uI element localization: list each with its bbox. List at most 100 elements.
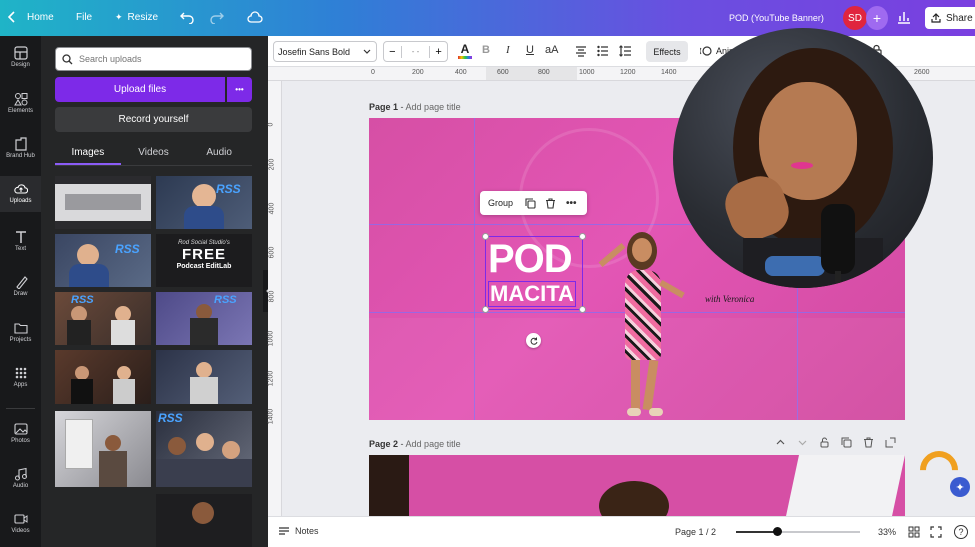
file-menu[interactable]: File <box>76 12 92 23</box>
rail-item-uploads[interactable]: Uploads <box>0 176 41 212</box>
with-veronica-text[interactable]: with Veronica <box>705 294 754 304</box>
upload-thumbnail[interactable] <box>156 350 252 404</box>
add-collaborator-button[interactable]: + <box>866 6 888 30</box>
rail-item-videos[interactable]: Videos <box>0 512 41 542</box>
help-button[interactable]: ? <box>954 525 968 539</box>
share-button[interactable]: Share <box>925 7 975 29</box>
page-2-title-placeholder: Add page title <box>405 439 461 449</box>
rail-item-projects[interactable]: Projects <box>0 321 41 351</box>
page-indicator[interactable]: Page 1 / 2 <box>675 527 716 537</box>
bar-chart-icon <box>898 12 910 24</box>
file-label: File <box>76 12 93 23</box>
upload-thumbnail[interactable]: RSS <box>55 234 151 287</box>
zoom-value[interactable]: 33% <box>878 527 896 537</box>
font-select[interactable]: Josefin Sans Bold <box>273 41 377 62</box>
zoom-slider[interactable] <box>736 527 860 536</box>
font-size-value[interactable]: - - <box>402 47 430 56</box>
chevron-down-icon[interactable] <box>797 437 808 448</box>
tab-audio[interactable]: Audio <box>186 142 252 165</box>
spacing-button[interactable] <box>619 45 632 60</box>
woman-cutout-image[interactable] <box>591 226 685 420</box>
notes-button[interactable]: Notes <box>278 526 319 536</box>
pod-macita-text-group[interactable]: POD MACITA <box>482 233 586 313</box>
search-input[interactable] <box>79 54 239 64</box>
fullscreen-button[interactable] <box>930 526 942 540</box>
text-color-button[interactable]: A <box>458 42 472 59</box>
rail-label-audio: Audio <box>12 483 29 489</box>
selection-handle[interactable] <box>579 306 586 313</box>
ruler-tick-label: 200 <box>412 69 424 76</box>
grid-view-button[interactable] <box>908 526 920 540</box>
analytics-button[interactable] <box>896 9 912 28</box>
selection-handle[interactable] <box>579 233 586 240</box>
chevron-up-icon[interactable] <box>775 437 786 448</box>
upload-thumbnail[interactable]: RSS <box>156 292 252 345</box>
text-color-swatch <box>458 56 472 59</box>
bold-button[interactable]: B <box>482 44 490 56</box>
font-size-increase[interactable]: + <box>429 45 447 58</box>
upload-thumbnail[interactable] <box>55 350 151 404</box>
tab-images[interactable]: Images <box>55 142 121 165</box>
home-button[interactable]: Home <box>8 11 54 23</box>
rail-item-photos[interactable]: Photos <box>0 422 41 452</box>
trash-icon[interactable] <box>863 437 874 448</box>
unlock-icon[interactable] <box>819 437 830 448</box>
avatar[interactable]: SD <box>843 6 867 30</box>
page-2-label[interactable]: Page 2 - Add page title <box>369 439 461 449</box>
resize-button[interactable]: ✦ Resize <box>115 12 158 23</box>
audio-icon <box>14 467 27 481</box>
ruler-tick-label: 400 <box>268 202 276 215</box>
record-yourself-button[interactable]: Record yourself <box>55 107 252 132</box>
italic-button[interactable]: I <box>506 44 510 56</box>
document-title[interactable]: POD (YouTube Banner) <box>729 13 824 23</box>
assistant-button[interactable]: ✦ <box>912 443 970 499</box>
upload-thumbnail[interactable]: RSS <box>156 411 252 487</box>
upload-more-button[interactable]: ••• <box>227 77 252 102</box>
search-box[interactable] <box>55 47 252 71</box>
redo-button[interactable] <box>210 10 224 27</box>
duplicate-page-icon[interactable] <box>841 437 852 448</box>
rail-item-apps[interactable]: Apps <box>0 366 41 396</box>
bullet-list-icon <box>597 45 608 57</box>
rail-item-draw[interactable]: Draw <box>0 275 41 305</box>
upload-thumbnail[interactable] <box>55 176 151 229</box>
page-1-label[interactable]: Page 1 - Add page title <box>369 102 461 112</box>
upload-thumbnail[interactable]: RSS <box>156 176 252 229</box>
upload-files-button[interactable]: Upload files <box>55 77 225 102</box>
rail-item-elements[interactable]: Elements <box>0 92 41 122</box>
trash-icon[interactable] <box>545 197 556 209</box>
upload-thumbnail[interactable]: RSS <box>55 292 151 345</box>
upload-thumbnail[interactable] <box>55 411 151 487</box>
draw-icon <box>15 276 28 289</box>
more-options-icon[interactable]: ••• <box>566 198 577 209</box>
zoom-slider-knob[interactable] <box>773 527 782 536</box>
upload-thumbnail[interactable]: Rod Social Studio's FREE Podcast EditLab <box>156 234 252 287</box>
rail-item-audio[interactable]: Audio <box>0 467 41 497</box>
list-button[interactable] <box>597 45 609 60</box>
upload-files-label: Upload files <box>113 84 167 95</box>
underline-button[interactable]: U <box>526 44 534 56</box>
add-page-icon[interactable] <box>885 437 896 448</box>
align-button[interactable] <box>575 45 587 60</box>
letter-case-button[interactable]: aA <box>545 44 558 56</box>
rail-item-design[interactable]: Design <box>0 46 41 76</box>
selection-handle[interactable] <box>482 233 489 240</box>
cloud-save-button[interactable] <box>247 11 263 26</box>
effects-button[interactable]: Effects <box>646 41 688 62</box>
selection-handle[interactable] <box>482 306 489 313</box>
rail-item-text[interactable]: Text <box>0 230 41 260</box>
ruler-tick-label: 0 <box>371 69 375 76</box>
undo-button[interactable] <box>180 10 194 27</box>
rotate-handle[interactable] <box>526 333 541 348</box>
record-yourself-label: Record yourself <box>118 114 189 125</box>
ruler-tick-label: 400 <box>455 69 467 76</box>
page-2-canvas[interactable] <box>369 455 905 516</box>
duplicate-icon[interactable] <box>525 197 536 209</box>
font-size-stepper: − - - + <box>383 41 448 62</box>
group-button[interactable]: Group <box>488 198 513 208</box>
tab-videos[interactable]: Videos <box>121 142 187 165</box>
font-size-decrease[interactable]: − <box>384 45 402 58</box>
upload-thumbnail[interactable] <box>156 494 252 547</box>
rail-item-brand-hub[interactable]: Brand Hub <box>0 137 41 167</box>
more-icon: ••• <box>235 85 244 94</box>
